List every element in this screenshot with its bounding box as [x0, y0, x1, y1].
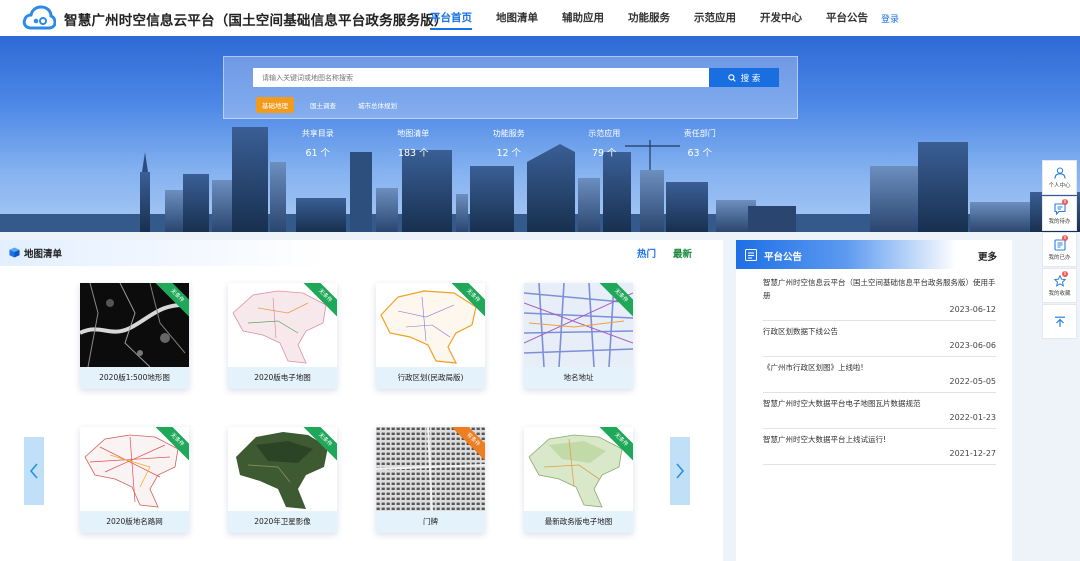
- announcement-date: 2023-06-12: [949, 305, 997, 314]
- tab-hot[interactable]: 热门: [637, 246, 656, 260]
- stat-function-services[interactable]: 功能服务 12 个: [461, 128, 557, 159]
- float-label: 我的待办: [1048, 218, 1071, 225]
- announcement-panel: 平台公告 更多 智慧广州时空信息云平台（国土空间基础信息平台政务服务版）使用手册…: [736, 240, 1012, 561]
- carousel-next-button[interactable]: [670, 437, 690, 505]
- nav-dev-center[interactable]: 开发中心: [760, 0, 802, 36]
- nav-auxiliary-apps[interactable]: 辅助应用: [562, 0, 604, 36]
- stat-value: 61 个: [305, 148, 331, 159]
- nav-demo-apps[interactable]: 示范应用: [694, 0, 736, 36]
- announcement-text: 智慧广州时空大数据平台电子地图瓦片数据规范: [763, 399, 921, 408]
- announcement-date: 2023-06-06: [949, 341, 997, 350]
- map-card[interactable]: 无条件 行政区划(民政局版): [376, 283, 485, 389]
- map-list-section: 地图清单 热门 最新 无条件 2020版1:500地形图 无条件 2020版电子…: [0, 240, 723, 561]
- site-title: 智慧广州时空信息云平台（国土空间基础信息平台政务服务版）: [64, 13, 448, 29]
- card-label: 地名地址: [524, 367, 633, 389]
- stat-label: 示范应用: [588, 129, 621, 138]
- search-tags: 基础地理 国土调查 城市总体规划: [256, 97, 413, 113]
- search-button-label: 搜 索: [740, 73, 761, 84]
- float-my-done[interactable]: 0 我的已办: [1042, 232, 1077, 267]
- user-icon: [1053, 166, 1066, 179]
- map-card[interactable]: 有条件 门牌: [376, 427, 485, 533]
- announcement-date: 2022-01-23: [949, 413, 997, 422]
- announcement-text: 《广州市行政区划图》上线啦!: [763, 363, 864, 372]
- top-header: 智慧广州时空信息云平台（国土空间基础信息平台政务服务版） 平台首页 地图清单 辅…: [0, 0, 1080, 36]
- stat-label: 共享目录: [301, 129, 334, 138]
- main-nav: 平台首页 地图清单 辅助应用 功能服务 示范应用 开发中心 平台公告: [430, 0, 892, 36]
- list-icon: [745, 249, 757, 261]
- map-card[interactable]: 无条件 最新政务版电子地图: [524, 427, 633, 533]
- stat-label: 责任部门: [683, 129, 716, 138]
- back-to-top-button[interactable]: [1042, 304, 1077, 339]
- nav-announcements[interactable]: 平台公告: [826, 0, 868, 36]
- card-label: 2020版电子地图: [228, 367, 337, 389]
- map-card[interactable]: 无条件 2020版地名路网: [80, 427, 189, 533]
- announcement-item[interactable]: 智慧广州时空大数据平台上线试运行! 2021-12-27: [763, 433, 996, 465]
- tag-land-survey[interactable]: 国土调查: [304, 97, 342, 113]
- float-my-todo[interactable]: 0 我的待办: [1042, 196, 1077, 231]
- float-label: 我的已办: [1048, 254, 1071, 261]
- stat-label: 地图清单: [397, 129, 430, 138]
- search-button[interactable]: 搜 索: [709, 68, 779, 87]
- login-link[interactable]: 登录: [881, 12, 899, 25]
- search-panel: 搜 索 基础地理 国土调查 城市总体规划: [223, 56, 798, 119]
- nav-home[interactable]: 平台首页: [430, 0, 472, 36]
- card-label: 2020版地名路网: [80, 511, 189, 533]
- stat-value: 12 个: [496, 148, 522, 159]
- announcement-text: 智慧广州时空大数据平台上线试运行!: [763, 435, 887, 444]
- done-badge: 0: [1062, 235, 1068, 241]
- stat-value: 79 个: [591, 148, 617, 159]
- chevron-right-icon: [676, 463, 685, 479]
- stat-value: 183 个: [397, 148, 429, 159]
- todo-badge: 0: [1062, 199, 1068, 205]
- tab-new[interactable]: 最新: [673, 246, 692, 260]
- card-label: 门牌: [376, 511, 485, 533]
- stats-row: 共享目录 61 个 地图清单 183 个 功能服务 12 个 示范应用 79 个…: [270, 128, 748, 159]
- stat-departments[interactable]: 责任部门 63 个: [652, 128, 748, 159]
- stat-value: 63 个: [687, 148, 713, 159]
- card-label: 2020版1:500地形图: [80, 367, 189, 389]
- announcement-item[interactable]: 《广州市行政区划图》上线啦! 2022-05-05: [763, 361, 996, 393]
- map-card[interactable]: 无条件 2020版1:500地形图: [80, 283, 189, 389]
- cube-icon: [9, 247, 20, 258]
- map-card[interactable]: 无条件 2020版电子地图: [228, 283, 337, 389]
- tag-city-master-plan[interactable]: 城市总体规划: [352, 97, 403, 113]
- float-label: 我的收藏: [1048, 290, 1071, 297]
- nav-function-services[interactable]: 功能服务: [628, 0, 670, 36]
- float-my-favorites[interactable]: 0 我的收藏: [1042, 268, 1077, 303]
- announcement-text: 行政区划数据下线公告: [763, 327, 838, 336]
- chevron-left-icon: [29, 463, 38, 479]
- map-card[interactable]: 无条件 地名地址: [524, 283, 633, 389]
- favorites-badge: 0: [1062, 271, 1068, 277]
- card-label: 最新政务版电子地图: [524, 511, 633, 533]
- card-label: 行政区划(民政局版): [376, 367, 485, 389]
- announcement-date: 2021-12-27: [949, 449, 997, 458]
- stat-label: 功能服务: [492, 129, 525, 138]
- announcement-title: 平台公告: [764, 252, 803, 263]
- announcement-header: 平台公告 更多: [736, 240, 1012, 269]
- map-list-title: 地图清单: [24, 249, 63, 260]
- card-label: 2020年卫星影像: [228, 511, 337, 533]
- map-list-header: 地图清单 热门 最新: [0, 240, 723, 266]
- cloud-logo-icon[interactable]: [22, 4, 56, 32]
- nav-map-list[interactable]: 地图清单: [496, 0, 538, 36]
- announcement-more-link[interactable]: 更多: [978, 249, 997, 263]
- announcement-date: 2022-05-05: [949, 377, 997, 386]
- carousel-prev-button[interactable]: [24, 437, 44, 505]
- back-to-top-icon: [1054, 316, 1065, 327]
- float-personal-center[interactable]: 个人中心: [1042, 160, 1077, 195]
- announcement-item[interactable]: 行政区划数据下线公告 2023-06-06: [763, 325, 996, 357]
- hero-banner: 搜 索 基础地理 国土调查 城市总体规划 共享目录 61 个 地图清单 183 …: [0, 36, 1080, 232]
- search-icon: [727, 73, 736, 82]
- map-card[interactable]: 无条件 2020年卫星影像: [228, 427, 337, 533]
- stat-demo-apps[interactable]: 示范应用 79 个: [557, 128, 653, 159]
- floating-toolbar: 个人中心 0 我的待办 0 我的已办 0 我的收藏: [1042, 160, 1077, 340]
- search-input[interactable]: [253, 68, 710, 87]
- stat-shared-catalog[interactable]: 共享目录 61 个: [270, 128, 366, 159]
- announcement-item[interactable]: 智慧广州时空信息云平台（国土空间基础信息平台政务服务版）使用手册 2023-06…: [763, 276, 996, 321]
- float-label: 个人中心: [1048, 182, 1071, 189]
- announcement-item[interactable]: 智慧广州时空大数据平台电子地图瓦片数据规范 2022-01-23: [763, 397, 996, 429]
- announcement-text: 智慧广州时空信息云平台（国土空间基础信息平台政务服务版）使用手册: [763, 278, 996, 300]
- tag-basic-geography[interactable]: 基础地理: [256, 97, 294, 113]
- stat-map-list[interactable]: 地图清单 183 个: [366, 128, 462, 159]
